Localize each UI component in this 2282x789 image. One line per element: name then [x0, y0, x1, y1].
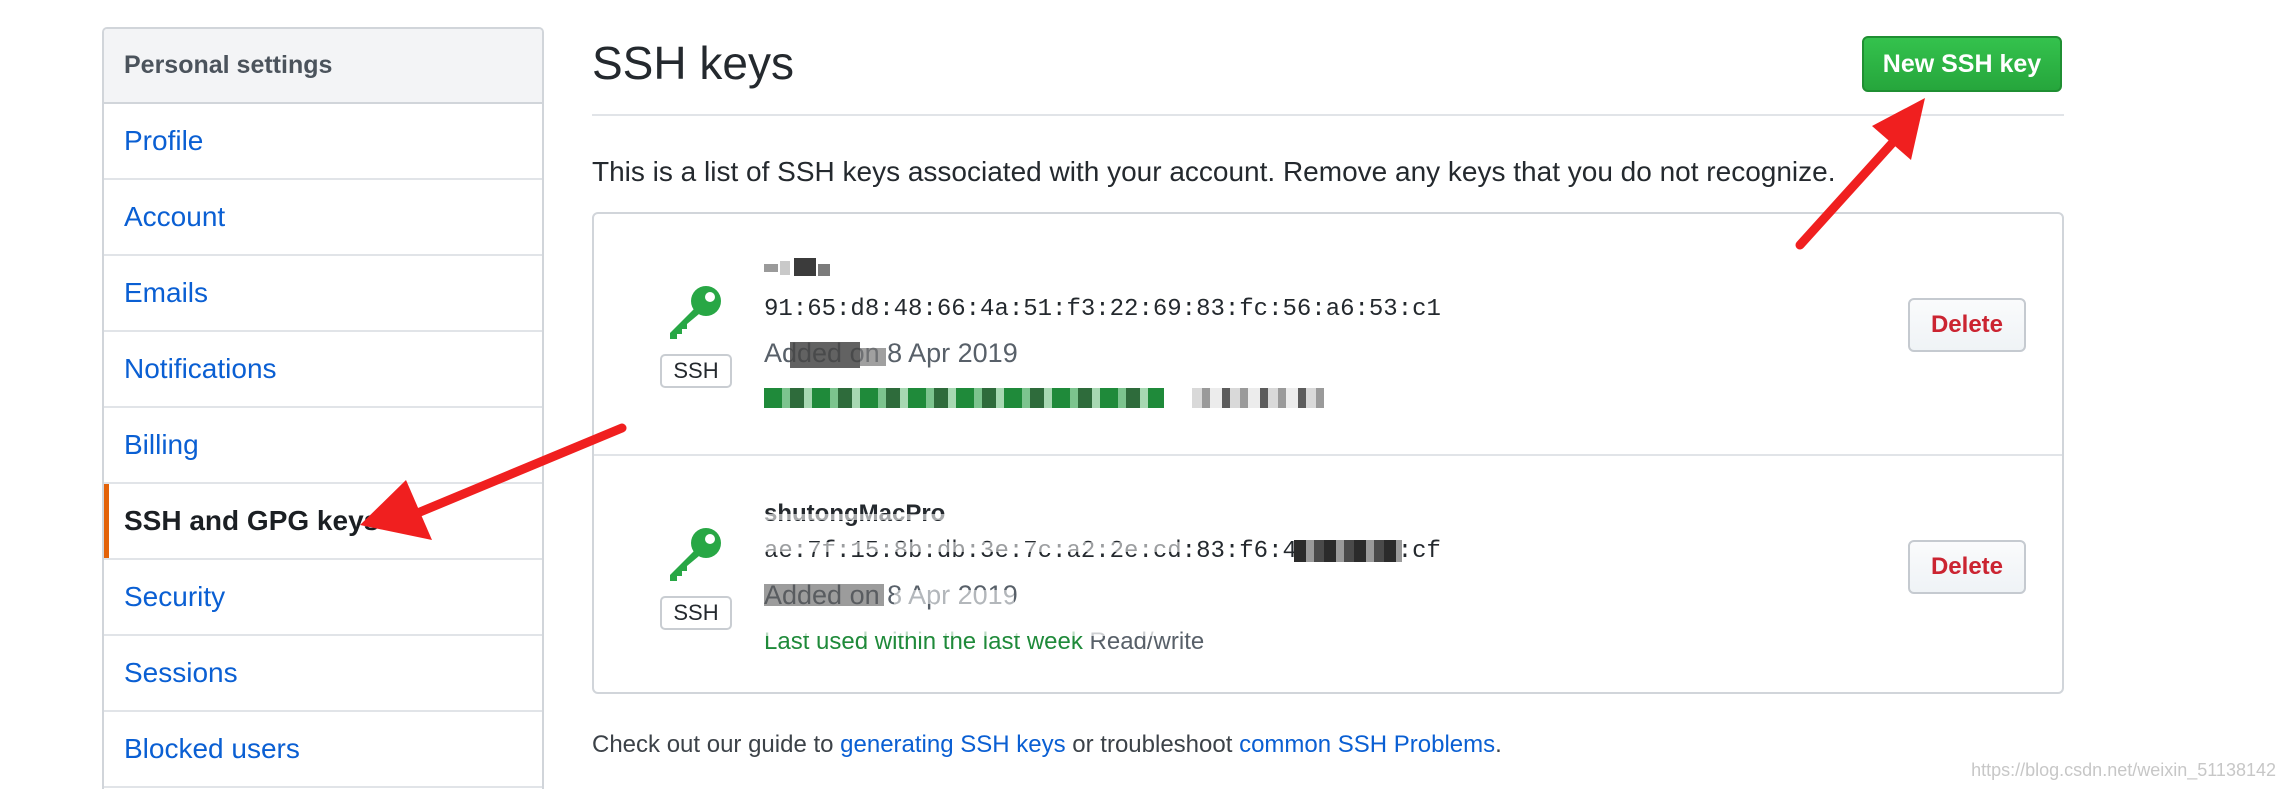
arrow-to-sidebar-icon	[360, 423, 627, 540]
arrow-to-new-key-icon	[1795, 98, 1925, 250]
annotation-arrows	[360, 98, 1925, 540]
